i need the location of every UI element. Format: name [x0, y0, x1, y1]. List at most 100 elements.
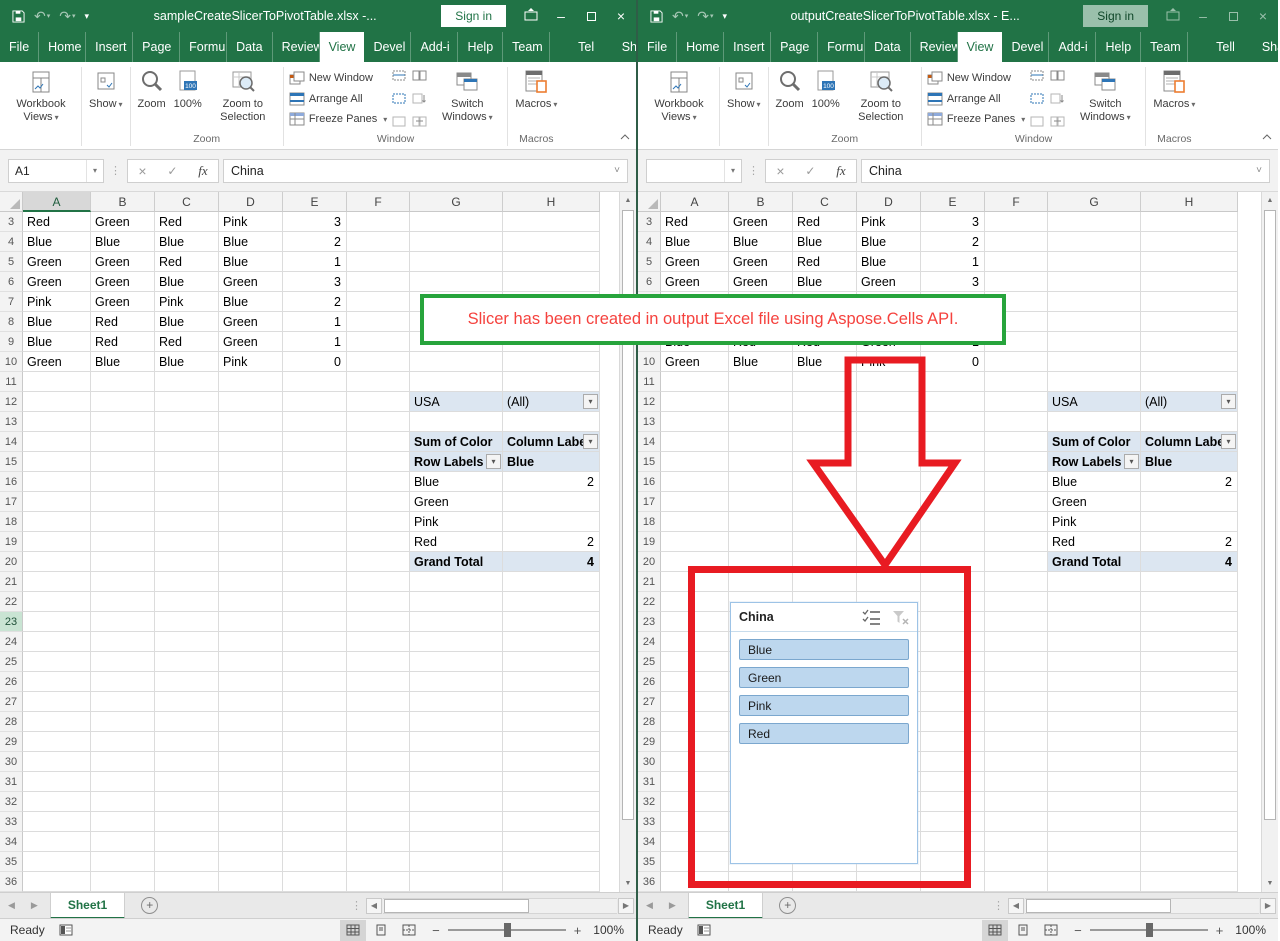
cell-C27[interactable] [155, 692, 219, 712]
sign-in-button[interactable]: Sign in [441, 5, 506, 27]
cell-E17[interactable] [283, 492, 347, 512]
cell-G24[interactable] [1048, 632, 1141, 652]
cell-H34[interactable] [503, 832, 600, 852]
cell-F28[interactable] [347, 712, 410, 732]
cell-C20[interactable] [155, 552, 219, 572]
tab-add-i[interactable]: Add-i [1049, 32, 1096, 62]
cell-B6[interactable]: Green [729, 272, 793, 292]
col-header-H[interactable]: H [503, 192, 600, 212]
row-header-29[interactable]: 29 [0, 732, 23, 752]
cell-A30[interactable] [661, 752, 729, 772]
cell-G10[interactable] [410, 352, 503, 372]
cell-B27[interactable] [91, 692, 155, 712]
cell-F13[interactable] [985, 412, 1048, 432]
switch-windows-button[interactable]: Switch Windows▾ [1068, 65, 1142, 132]
cell-B8[interactable]: Red [91, 312, 155, 332]
cell-A29[interactable] [661, 732, 729, 752]
cell-D12[interactable] [857, 392, 921, 412]
cell-G33[interactable] [1048, 812, 1141, 832]
enter-icon[interactable]: ✓ [805, 164, 815, 178]
cell-A10[interactable]: Green [661, 352, 729, 372]
cell-A21[interactable] [23, 572, 91, 592]
row-header-23[interactable]: 23 [0, 612, 23, 632]
insert-function-icon[interactable]: fx [198, 163, 207, 179]
cell-G19[interactable]: Red [410, 532, 503, 552]
cell-G8[interactable] [1048, 312, 1141, 332]
zoom-button[interactable]: Zoom [772, 65, 808, 132]
tab-data[interactable]: Data [865, 32, 910, 62]
cell-G21[interactable] [1048, 572, 1141, 592]
cell-C6[interactable]: Blue [793, 272, 857, 292]
cell-G14[interactable]: Sum of Color [410, 432, 503, 452]
row-header-17[interactable]: 17 [0, 492, 23, 512]
cell-D34[interactable] [219, 832, 283, 852]
cell-B4[interactable]: Blue [91, 232, 155, 252]
cell-H14[interactable]: Column Labels▾ [503, 432, 600, 452]
cell-D17[interactable] [219, 492, 283, 512]
cell-A10[interactable]: Green [23, 352, 91, 372]
cell-B10[interactable]: Blue [729, 352, 793, 372]
cell-D15[interactable] [219, 452, 283, 472]
cell-E35[interactable] [283, 852, 347, 872]
formula-bar-splitter[interactable]: ⋮ [108, 164, 123, 177]
cell-E25[interactable] [283, 652, 347, 672]
cell-C13[interactable] [155, 412, 219, 432]
cell-G5[interactable] [1048, 252, 1141, 272]
cell-C28[interactable] [155, 712, 219, 732]
cell-G12[interactable]: USA [1048, 392, 1141, 412]
row-header-11[interactable]: 11 [0, 372, 23, 392]
row-header-19[interactable]: 19 [0, 532, 23, 552]
cell-F32[interactable] [347, 792, 410, 812]
cell-B20[interactable] [91, 552, 155, 572]
cell-B23[interactable] [91, 612, 155, 632]
cell-G13[interactable] [1048, 412, 1141, 432]
row-header-26[interactable]: 26 [0, 672, 23, 692]
cell-A25[interactable] [661, 652, 729, 672]
cell-A32[interactable] [23, 792, 91, 812]
cell-B18[interactable] [91, 512, 155, 532]
zoom-to-selection-button[interactable]: Zoom to Selection [206, 65, 280, 132]
cell-B32[interactable] [91, 792, 155, 812]
zoom-slider-thumb[interactable] [504, 923, 511, 937]
cell-E36[interactable] [921, 872, 985, 892]
cell-H21[interactable] [503, 572, 600, 592]
row-header-16[interactable]: 16 [638, 472, 661, 492]
cell-A15[interactable] [661, 452, 729, 472]
col-header-C[interactable]: C [793, 192, 857, 212]
col-header-E[interactable]: E [921, 192, 985, 212]
col-header-E[interactable]: E [283, 192, 347, 212]
row-header-12[interactable]: 12 [0, 392, 23, 412]
cell-C24[interactable] [155, 632, 219, 652]
macro-record-icon[interactable] [697, 924, 711, 936]
cell-C31[interactable] [155, 772, 219, 792]
cell-D5[interactable]: Blue [219, 252, 283, 272]
cell-A30[interactable] [23, 752, 91, 772]
cell-E28[interactable] [283, 712, 347, 732]
cell-E33[interactable] [283, 812, 347, 832]
cell-B15[interactable] [729, 452, 793, 472]
cell-D24[interactable] [219, 632, 283, 652]
cell-H12[interactable]: (All)▾ [503, 392, 600, 412]
row-header-4[interactable]: 4 [0, 232, 23, 252]
cell-C8[interactable]: Blue [155, 312, 219, 332]
cell-D14[interactable] [219, 432, 283, 452]
cell-H15[interactable]: Blue [1141, 452, 1238, 472]
page-break-view-button[interactable] [396, 920, 422, 941]
row-header-6[interactable]: 6 [638, 272, 661, 292]
sheet-prev-icon[interactable]: ◀ [638, 900, 661, 911]
cell-H22[interactable] [503, 592, 600, 612]
cell-A18[interactable] [23, 512, 91, 532]
share-tab[interactable]: Share [608, 32, 636, 62]
cell-H27[interactable] [1141, 692, 1238, 712]
row-header-36[interactable]: 36 [0, 872, 23, 892]
cell-E26[interactable] [921, 672, 985, 692]
cell-E35[interactable] [921, 852, 985, 872]
cell-C32[interactable] [155, 792, 219, 812]
normal-view-button[interactable] [340, 920, 366, 941]
cell-C36[interactable] [155, 872, 219, 892]
cell-G36[interactable] [1048, 872, 1141, 892]
synchronous-scrolling-icon[interactable] [1050, 93, 1065, 104]
row-header-33[interactable]: 33 [638, 812, 661, 832]
cell-B16[interactable] [729, 472, 793, 492]
sheet-next-icon[interactable]: ▶ [23, 900, 46, 911]
